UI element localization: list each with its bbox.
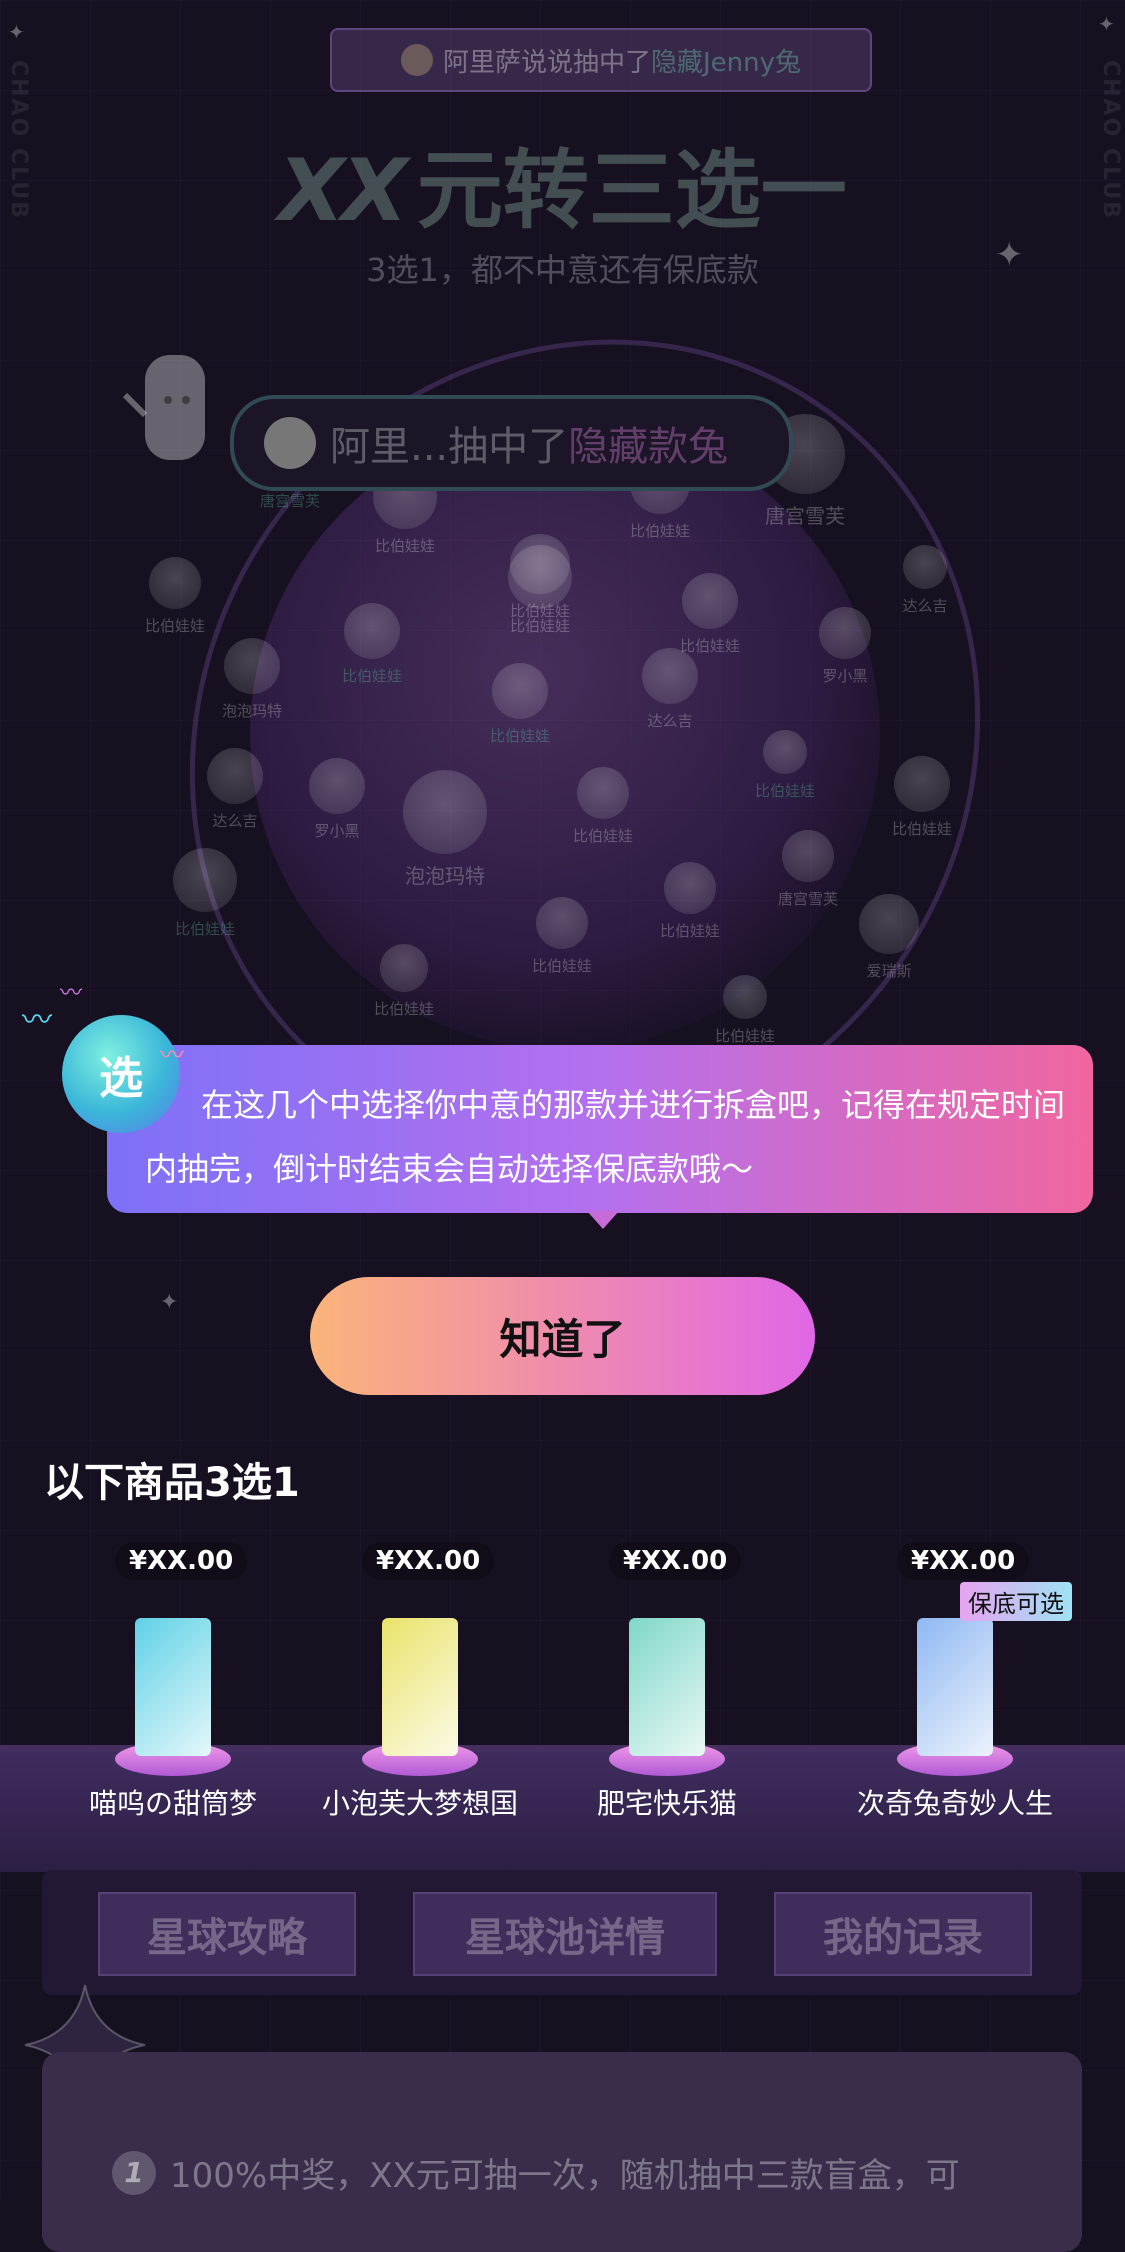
doll-figure bbox=[149, 557, 201, 609]
doll-figure bbox=[380, 944, 428, 992]
doll-label: 唐宫雪芙 bbox=[765, 504, 845, 528]
doll-label: 罗小黑 bbox=[314, 822, 360, 840]
got-it-button[interactable]: 知道了 bbox=[310, 1277, 815, 1395]
doll-figure bbox=[309, 758, 365, 814]
doll-label: 比伯娃娃 bbox=[374, 537, 436, 555]
winner-pill: 阿里...抽中了 隐藏款兔 bbox=[230, 395, 793, 491]
rule-item: 1 100%中奖，XX元可抽一次，随机抽中三款盲盒，可 bbox=[112, 2148, 960, 2197]
guarantee-tag: 保底可选 bbox=[960, 1582, 1072, 1621]
sparkle-icon: ✦ bbox=[8, 20, 25, 44]
page-title: XX 元转三选一 bbox=[0, 120, 1125, 245]
doll-figure bbox=[782, 830, 834, 882]
doll-figure bbox=[859, 894, 919, 954]
doll-label: 比伯娃娃 bbox=[144, 617, 206, 635]
doll-label: 比伯娃娃 bbox=[373, 1000, 435, 1018]
watermark-right: CHAO CLUB bbox=[1098, 60, 1123, 220]
winner-ticker: 阿里萨说说抽中了 隐藏Jenny兔 bbox=[330, 28, 872, 92]
doll-label: 比伯娃娃 bbox=[629, 522, 691, 540]
doll-label: 比伯娃娃 bbox=[714, 1027, 776, 1045]
doll-label: 唐宫雪芙 bbox=[259, 492, 321, 510]
doll-figure bbox=[642, 648, 698, 704]
ticker-prefix: 阿里萨说说抽中了 bbox=[442, 47, 651, 78]
winner-avatar bbox=[264, 417, 316, 469]
doll-label: 泡泡玛特 bbox=[221, 702, 283, 720]
squiggle-icon: 〰 bbox=[60, 981, 83, 1006]
rule-number: 1 bbox=[112, 2150, 156, 2195]
ticker-avatar bbox=[400, 44, 433, 76]
doll-label: 比伯娃娃 bbox=[531, 957, 593, 975]
doll-label: 罗小黑 bbox=[822, 667, 868, 685]
doll-label: 比伯娃娃 bbox=[174, 920, 236, 938]
sparkle-icon: ✦ bbox=[995, 235, 1024, 275]
doll-label: 比伯娃娃 bbox=[489, 727, 551, 745]
sparkle-icon: ✦ bbox=[160, 1290, 179, 1315]
doll-figure bbox=[224, 638, 280, 694]
doll-label: 比伯娃娃 bbox=[509, 617, 571, 635]
doll-figure bbox=[894, 756, 950, 812]
doll-label: 比伯娃娃 bbox=[754, 782, 816, 800]
doll-figure bbox=[508, 545, 572, 609]
rule-text: 100%中奖，XX元可抽一次，随机抽中三款盲盒，可 bbox=[170, 2156, 960, 2196]
doll-label: 比伯娃娃 bbox=[891, 820, 953, 838]
product-name: 次奇兔奇妙人生 bbox=[856, 1787, 1053, 1820]
select-badge: 选 bbox=[62, 1015, 180, 1133]
product-name: 小泡芙大梦想国 bbox=[321, 1787, 518, 1820]
product-price: ¥XX.00 bbox=[897, 1542, 1030, 1580]
doll-figure bbox=[344, 603, 400, 659]
mascot-icon bbox=[122, 355, 205, 460]
tab-pool-details[interactable]: 星球池详情 bbox=[413, 1892, 717, 1976]
product-name: 喵呜の甜筒梦 bbox=[88, 1787, 257, 1820]
blind-box-image[interactable] bbox=[917, 1618, 993, 1756]
doll-label: 比伯娃娃 bbox=[572, 827, 634, 845]
doll-label: 泡泡玛特 bbox=[405, 864, 485, 888]
sparkle-icon: ✦ bbox=[1098, 12, 1115, 36]
doll-figure bbox=[173, 848, 237, 912]
title-rest: 元转三选一 bbox=[416, 141, 847, 241]
title-xx: XX bbox=[278, 141, 408, 241]
doll-label: 比伯娃娃 bbox=[341, 667, 403, 685]
doll-figure bbox=[664, 862, 716, 914]
doll-label: 唐宫雪芙 bbox=[777, 890, 839, 908]
doll-label: 达么吉 bbox=[902, 597, 948, 615]
tab-planet-guide[interactable]: 星球攻略 bbox=[98, 1892, 356, 1976]
watermark-left: CHAO CLUB bbox=[6, 60, 31, 220]
doll-figure bbox=[723, 975, 767, 1019]
winner-prefix: 阿里...抽中了 bbox=[330, 424, 569, 470]
blind-box-image[interactable] bbox=[629, 1618, 705, 1756]
ticker-highlight: 隐藏Jenny兔 bbox=[651, 47, 802, 78]
product-name: 肥宅快乐猫 bbox=[596, 1787, 737, 1820]
doll-label: 爱瑞斯 bbox=[866, 962, 912, 980]
doll-label: 比伯娃娃 bbox=[679, 637, 741, 655]
section-title: 以下商品3选1 bbox=[44, 1460, 300, 1506]
doll-figure bbox=[536, 897, 588, 949]
doll-figure bbox=[819, 607, 871, 659]
winner-highlight: 隐藏款兔 bbox=[568, 424, 729, 470]
blind-box-image[interactable] bbox=[382, 1618, 458, 1756]
doll-figure bbox=[903, 545, 947, 589]
product-price: ¥XX.00 bbox=[609, 1542, 742, 1580]
doll-figure bbox=[682, 573, 738, 629]
squiggle-icon: 〰 bbox=[160, 1041, 184, 1069]
tip-text: 在这几个中选择你中意的那款并进行拆盒吧，记得在规定时间内抽完，倒计时结束会自动选… bbox=[145, 1086, 1066, 1188]
doll-figure bbox=[577, 767, 629, 819]
page-subtitle: 3选1，都不中意还有保底款 bbox=[366, 251, 759, 289]
doll-label: 比伯娃娃 bbox=[659, 922, 721, 940]
product-price: ¥XX.00 bbox=[362, 1542, 495, 1580]
doll-label: 达么吉 bbox=[212, 812, 258, 830]
doll-figure bbox=[207, 748, 263, 804]
doll-label: 达么吉 bbox=[647, 712, 693, 730]
product-price: ¥XX.00 bbox=[115, 1542, 248, 1580]
squiggle-icon: 〰 bbox=[22, 1003, 52, 1038]
doll-figure bbox=[763, 730, 807, 774]
doll-figure bbox=[492, 663, 548, 719]
blind-box-image[interactable] bbox=[135, 1618, 211, 1756]
tab-my-records[interactable]: 我的记录 bbox=[774, 1892, 1032, 1976]
doll-figure bbox=[403, 770, 487, 854]
tip-bubble: 在这几个中选择你中意的那款并进行拆盒吧，记得在规定时间内抽完，倒计时结束会自动选… bbox=[107, 1045, 1093, 1229]
